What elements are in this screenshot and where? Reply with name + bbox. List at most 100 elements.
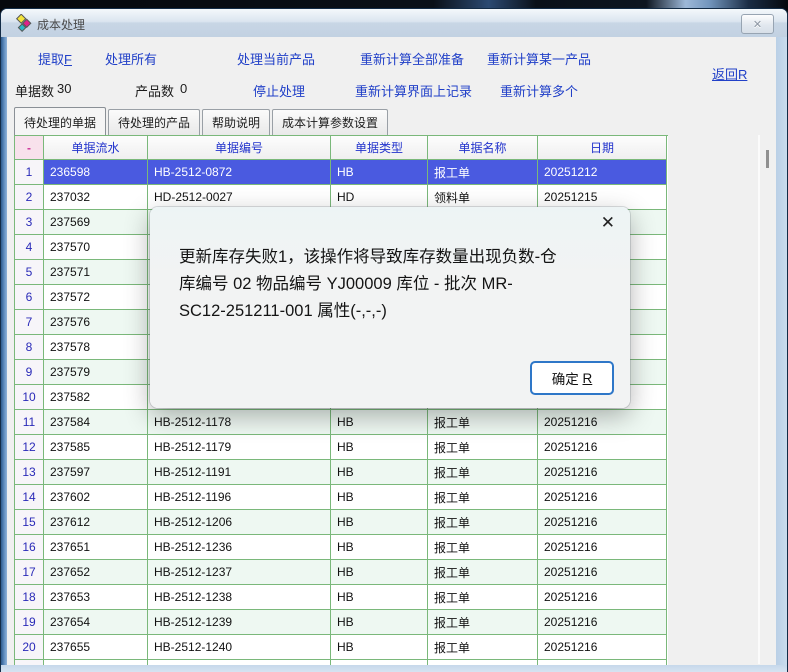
cell-type[interactable]: HB bbox=[331, 160, 428, 185]
process-all-link[interactable]: 处理所有 bbox=[105, 49, 157, 68]
row-serial[interactable]: 14 bbox=[15, 485, 44, 510]
cell-name[interactable]: 报工单 bbox=[428, 160, 538, 185]
cell-date[interactable]: 20251216 bbox=[538, 510, 667, 535]
row-serial[interactable]: 8 bbox=[15, 335, 44, 360]
cell-code[interactable] bbox=[148, 660, 331, 665]
cell-flow[interactable]: 237578 bbox=[44, 335, 148, 360]
cell-flow[interactable]: 237612 bbox=[44, 510, 148, 535]
cell-code[interactable]: HB-2512-1237 bbox=[148, 560, 331, 585]
cell-flow[interactable]: 237582 bbox=[44, 385, 148, 410]
cell-flow[interactable]: 237584 bbox=[44, 410, 148, 435]
cell-type[interactable]: HB bbox=[331, 435, 428, 460]
row-serial[interactable]: 16 bbox=[15, 535, 44, 560]
cell-code[interactable]: HB-2512-1179 bbox=[148, 435, 331, 460]
cell-date[interactable]: 20251212 bbox=[538, 160, 667, 185]
cell-type[interactable]: HB bbox=[331, 610, 428, 635]
cell-date[interactable]: 20251216 bbox=[538, 585, 667, 610]
cell-flow[interactable]: 237569 bbox=[44, 210, 148, 235]
cell-type[interactable]: HB bbox=[331, 560, 428, 585]
row-serial[interactable]: 9 bbox=[15, 360, 44, 385]
cell-date[interactable]: 20251216 bbox=[538, 460, 667, 485]
table-row[interactable]: 18237653HB-2512-1238HB报工单20251216 bbox=[15, 585, 668, 610]
cell-flow[interactable]: 237655 bbox=[44, 635, 148, 660]
cell-name[interactable]: 报工单 bbox=[428, 435, 538, 460]
recalc-one-product-link[interactable]: 重新计算某一产品 bbox=[487, 49, 591, 68]
table-row[interactable]: 17237652HB-2512-1237HB报工单20251216 bbox=[15, 560, 668, 585]
cell-type[interactable] bbox=[331, 660, 428, 665]
row-serial[interactable]: 2 bbox=[15, 185, 44, 210]
row-serial[interactable]: 15 bbox=[15, 510, 44, 535]
table-row[interactable]: 19237654HB-2512-1239HB报工单20251216 bbox=[15, 610, 668, 635]
return-link[interactable]: 返回R bbox=[712, 64, 747, 83]
cell-date[interactable]: 20251216 bbox=[538, 560, 667, 585]
dialog-close-icon[interactable]: ✕ bbox=[601, 214, 615, 231]
cell-flow[interactable]: 237654 bbox=[44, 610, 148, 635]
cell-flow[interactable]: 237570 bbox=[44, 235, 148, 260]
table-row[interactable]: 13237597HB-2512-1191HB报工单20251216 bbox=[15, 460, 668, 485]
tab-help[interactable]: 帮助说明 bbox=[202, 109, 270, 135]
cell-flow[interactable]: 237032 bbox=[44, 185, 148, 210]
cell-name[interactable]: 报工单 bbox=[428, 585, 538, 610]
cell-flow[interactable]: 237572 bbox=[44, 285, 148, 310]
cell-flow[interactable]: 237652 bbox=[44, 560, 148, 585]
cell-date[interactable] bbox=[538, 660, 667, 665]
cell-flow[interactable] bbox=[44, 660, 148, 665]
recalc-screen-records-link[interactable]: 重新计算界面上记录 bbox=[355, 81, 472, 100]
table-row[interactable]: 16237651HB-2512-1236HB报工单20251216 bbox=[15, 535, 668, 560]
cell-date[interactable]: 20251216 bbox=[538, 435, 667, 460]
table-row[interactable]: 1236598HB-2512-0872HB报工单20251212 bbox=[15, 160, 668, 185]
cell-flow[interactable]: 237653 bbox=[44, 585, 148, 610]
cell-flow[interactable]: 237651 bbox=[44, 535, 148, 560]
cell-name[interactable]: 报工单 bbox=[428, 485, 538, 510]
cell-flow[interactable]: 237579 bbox=[44, 360, 148, 385]
cell-flow[interactable]: 237571 bbox=[44, 260, 148, 285]
extract-link[interactable]: 提取F bbox=[38, 49, 72, 68]
ok-button[interactable]: 确定 R bbox=[530, 361, 614, 395]
cell-flow[interactable]: 237576 bbox=[44, 310, 148, 335]
row-serial[interactable]: 18 bbox=[15, 585, 44, 610]
vertical-scrollbar-thumb[interactable] bbox=[766, 150, 769, 168]
cell-date[interactable]: 20251216 bbox=[538, 410, 667, 435]
row-serial[interactable]: 7 bbox=[15, 310, 44, 335]
cell-code[interactable]: HB-2512-1240 bbox=[148, 635, 331, 660]
tab-pending-documents[interactable]: 待处理的单据 bbox=[14, 107, 106, 135]
table-row[interactable]: 20237655HB-2512-1240HB报工单20251216 bbox=[15, 635, 668, 660]
cell-code[interactable]: HB-2512-1196 bbox=[148, 485, 331, 510]
cell-name[interactable]: 报工单 bbox=[428, 560, 538, 585]
cell-code[interactable]: HB-2512-1191 bbox=[148, 460, 331, 485]
cell-date[interactable]: 20251216 bbox=[538, 635, 667, 660]
row-serial[interactable]: 12 bbox=[15, 435, 44, 460]
cell-code[interactable]: HB-2512-1238 bbox=[148, 585, 331, 610]
row-serial[interactable]: 4 bbox=[15, 235, 44, 260]
row-serial[interactable]: 19 bbox=[15, 610, 44, 635]
cell-code[interactable]: HB-2512-0872 bbox=[148, 160, 331, 185]
table-row[interactable]: 14237602HB-2512-1196HB报工单20251216 bbox=[15, 485, 668, 510]
row-serial[interactable]: 6 bbox=[15, 285, 44, 310]
cell-name[interactable]: 报工单 bbox=[428, 510, 538, 535]
window-close-button[interactable]: ✕ bbox=[741, 14, 774, 34]
row-serial[interactable]: 13 bbox=[15, 460, 44, 485]
cell-date[interactable]: 20251216 bbox=[538, 535, 667, 560]
cell-name[interactable]: 报工单 bbox=[428, 410, 538, 435]
cell-flow[interactable]: 237597 bbox=[44, 460, 148, 485]
cell-type[interactable]: HB bbox=[331, 585, 428, 610]
table-row[interactable]: 15237612HB-2512-1206HB报工单20251216 bbox=[15, 510, 668, 535]
tab-pending-products[interactable]: 待处理的产品 bbox=[108, 109, 200, 135]
recalc-all-prep-link[interactable]: 重新计算全部准备 bbox=[360, 49, 464, 68]
cell-code[interactable]: HB-2512-1236 bbox=[148, 535, 331, 560]
row-serial[interactable]: 11 bbox=[15, 410, 44, 435]
cell-name[interactable]: 报工单 bbox=[428, 635, 538, 660]
cell-name[interactable] bbox=[428, 660, 538, 665]
cell-type[interactable]: HB bbox=[331, 485, 428, 510]
cell-flow[interactable]: 237602 bbox=[44, 485, 148, 510]
stop-processing-link[interactable]: 停止处理 bbox=[253, 81, 305, 100]
cell-code[interactable]: HB-2512-1206 bbox=[148, 510, 331, 535]
recalc-multiple-link[interactable]: 重新计算多个 bbox=[500, 81, 578, 100]
table-row[interactable]: 11237584HB-2512-1178HB报工单20251216 bbox=[15, 410, 668, 435]
cell-date[interactable]: 20251216 bbox=[538, 485, 667, 510]
row-serial[interactable]: 10 bbox=[15, 385, 44, 410]
process-current-product-link[interactable]: 处理当前产品 bbox=[237, 49, 315, 68]
cell-type[interactable]: HB bbox=[331, 510, 428, 535]
cell-code[interactable]: HB-2512-1239 bbox=[148, 610, 331, 635]
row-serial[interactable]: 5 bbox=[15, 260, 44, 285]
